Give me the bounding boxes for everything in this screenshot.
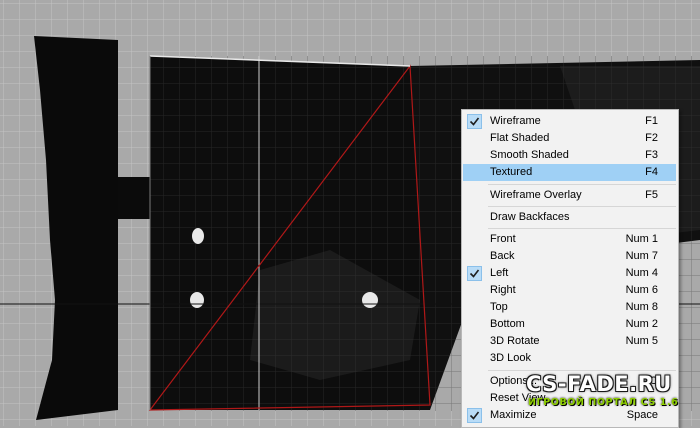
- menu-item-shortcut: Num 2: [625, 318, 658, 330]
- watermark-subtitle: ИГРОВОЙ ПОРТАЛ CS 1.6: [528, 397, 679, 408]
- menu-item-label: Wireframe Overlay: [490, 189, 582, 201]
- menu-item-3d-look[interactable]: 3D Look: [463, 350, 676, 367]
- menu-item-label: Flat Shaded: [490, 132, 550, 144]
- hole-2: [190, 292, 204, 308]
- menu-item-front[interactable]: Front Num 1: [463, 231, 676, 248]
- menu-item-shortcut: F2: [645, 132, 658, 144]
- menu-item-label: Right: [490, 284, 516, 296]
- menu-separator: [488, 228, 676, 229]
- menu-item-bottom[interactable]: Bottom Num 2: [463, 316, 676, 333]
- menu-item-wireframe[interactable]: Wireframe F1: [463, 113, 676, 130]
- menu-separator: [488, 184, 676, 185]
- menu-item-label: Textured: [490, 166, 533, 178]
- menu-item-shortcut: F5: [645, 189, 658, 201]
- menu-item-textured[interactable]: Textured F4: [463, 164, 676, 181]
- menu-item-left[interactable]: Left Num 4: [463, 265, 676, 282]
- watermark-title: CS-FADE.RU: [526, 372, 672, 396]
- menu-item-wireframe-overlay[interactable]: Wireframe Overlay F5: [463, 187, 676, 204]
- menu-item-back[interactable]: Back Num 7: [463, 248, 676, 265]
- menu-item-shortcut: F4: [645, 166, 658, 178]
- connector-block: [118, 177, 152, 219]
- check-icon: [467, 114, 482, 129]
- menu-item-shortcut: Num 6: [625, 284, 658, 296]
- menu-item-3d-rotate[interactable]: 3D Rotate Num 5: [463, 333, 676, 350]
- menu-item-label: Bottom: [490, 318, 525, 330]
- menu-item-shortcut: Num 8: [625, 301, 658, 313]
- site-watermark: CS-FADE.RU ИГРОВОЙ ПОРТАЛ CS 1.6: [520, 372, 700, 426]
- hole-3: [362, 292, 378, 308]
- menu-item-label: 3D Look: [490, 352, 531, 364]
- menu-separator: [488, 206, 676, 207]
- menu-item-shortcut: Num 5: [625, 335, 658, 347]
- menu-item-shortcut: Num 4: [625, 267, 658, 279]
- hole-1: [192, 228, 204, 244]
- check-icon: [467, 266, 482, 281]
- menu-item-shortcut: Num 7: [625, 250, 658, 262]
- menu-item-label: Front: [490, 233, 516, 245]
- menu-item-shortcut: Num 1: [625, 233, 658, 245]
- menu-item-label: Top: [490, 301, 508, 313]
- menu-item-flat-shaded[interactable]: Flat Shaded F2: [463, 130, 676, 147]
- menu-item-smooth-shaded[interactable]: Smooth Shaded F3: [463, 147, 676, 164]
- menu-item-label: Draw Backfaces: [490, 211, 570, 223]
- menu-item-label: 3D Rotate: [490, 335, 540, 347]
- menu-item-top[interactable]: Top Num 8: [463, 299, 676, 316]
- menu-item-shortcut: F3: [645, 149, 658, 161]
- menu-item-shortcut: F1: [645, 115, 658, 127]
- menu-separator: [488, 370, 676, 371]
- menu-item-label: Back: [490, 250, 515, 262]
- menu-item-right[interactable]: Right Num 6: [463, 282, 676, 299]
- menu-item-label: Left: [490, 267, 509, 279]
- menu-item-label: Smooth Shaded: [490, 149, 569, 161]
- menu-item-draw-backfaces[interactable]: Draw Backfaces: [463, 209, 676, 226]
- menu-item-label: Wireframe: [490, 115, 541, 127]
- check-icon: [467, 408, 482, 423]
